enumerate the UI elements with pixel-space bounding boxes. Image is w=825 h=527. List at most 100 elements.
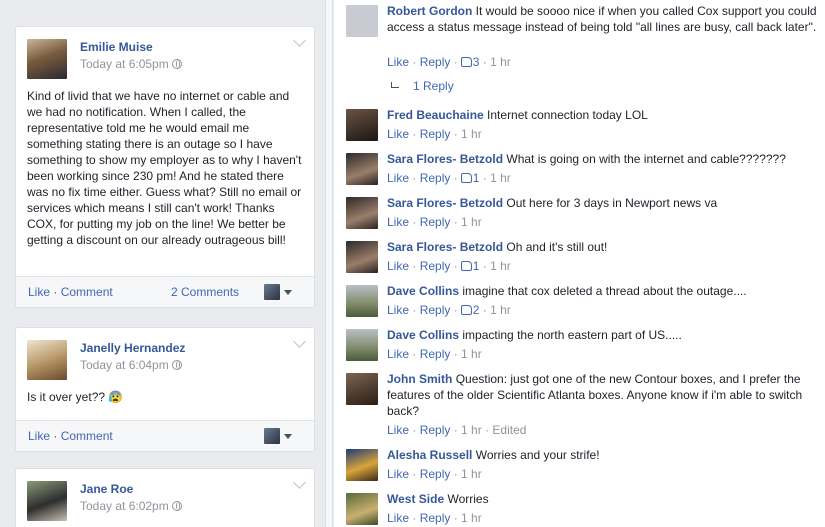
comment: Sara Flores- Betzold Oh and it's still o…	[346, 239, 816, 279]
comment-body: Internet connection today LOL	[487, 108, 648, 122]
commenter-name[interactable]: Fred Beauchaine	[387, 108, 484, 122]
column-divider	[325, 0, 333, 527]
commenter-name[interactable]: Alesha Russell	[387, 448, 472, 462]
chevron-down-icon[interactable]	[293, 34, 306, 47]
comment-text: Fred Beauchaine Internet connection toda…	[387, 107, 817, 123]
chevron-down-icon[interactable]	[293, 476, 306, 489]
avatar[interactable]	[346, 241, 378, 273]
caret-down-icon[interactable]	[284, 290, 292, 295]
post-author[interactable]: Janelly Hernandez	[80, 341, 185, 355]
post-time[interactable]: Today at 6:02pm	[80, 499, 182, 513]
post-time[interactable]: Today at 6:05pm	[80, 57, 182, 71]
comment-text: West Side Worries	[387, 491, 817, 507]
reply-link[interactable]: Reply	[420, 55, 451, 69]
reply-link[interactable]: Reply	[420, 259, 451, 273]
avatar[interactable]	[27, 340, 67, 380]
comment-time[interactable]: 1 hr	[490, 171, 511, 185]
like-count[interactable]: 3	[473, 55, 480, 69]
commenter-name[interactable]: Dave Collins	[387, 328, 459, 342]
commenter-name[interactable]: Sara Flores- Betzold	[387, 240, 503, 254]
reply-link[interactable]: Reply	[420, 303, 451, 317]
comment-time[interactable]: 1 hr	[461, 423, 482, 437]
like-link[interactable]: Like	[387, 347, 409, 361]
comment-time[interactable]: 1 hr	[461, 127, 482, 141]
comment-link[interactable]: Comment	[61, 429, 113, 443]
post-card: Janelly Hernandez Today at 6:04pm Is it …	[15, 327, 315, 452]
comment: Sara Flores- Betzold Out here for 3 days…	[346, 195, 816, 235]
comment-text: Sara Flores- Betzold Out here for 3 days…	[387, 195, 817, 211]
post-time[interactable]: Today at 6:04pm	[80, 358, 182, 372]
like-link[interactable]: Like	[387, 259, 409, 273]
post-time-text[interactable]: Today at 6:02pm	[80, 499, 169, 513]
like-link[interactable]: Like	[387, 303, 409, 317]
avatar[interactable]	[264, 284, 280, 300]
comment-body: imagine that cox deleted a thread about …	[462, 284, 747, 298]
commenter-name[interactable]: Dave Collins	[387, 284, 459, 298]
comment-time[interactable]: 1 hr	[490, 55, 511, 69]
like-count[interactable]: 1	[473, 171, 480, 185]
reply-link[interactable]: Reply	[420, 423, 451, 437]
reply-link[interactable]: Reply	[420, 347, 451, 361]
avatar[interactable]	[346, 449, 378, 481]
like-link[interactable]: Like	[28, 285, 50, 299]
reply-link[interactable]: Reply	[420, 467, 451, 481]
commenter-name[interactable]: Sara Flores- Betzold	[387, 196, 503, 210]
like-link[interactable]: Like	[387, 55, 409, 69]
post-footer: Like · Comment 2 Comments	[16, 276, 314, 307]
view-replies[interactable]: 1 Reply	[391, 79, 454, 93]
avatar[interactable]	[346, 329, 378, 361]
comment-time[interactable]: 1 hr	[461, 467, 482, 481]
comment-meta: Like · Reply · 1 hr	[387, 347, 482, 361]
post-body: Kind of livid that we have no internet o…	[27, 89, 302, 247]
reply-link[interactable]: Reply	[420, 215, 451, 229]
comment: West Side Worries Like · Reply · 1 hr	[346, 491, 816, 527]
caret-down-icon[interactable]	[284, 434, 292, 439]
chevron-down-icon[interactable]	[293, 335, 306, 348]
reply-link[interactable]: Reply	[420, 127, 451, 141]
like-count[interactable]: 1	[473, 259, 480, 273]
comment-time[interactable]: 1 hr	[490, 259, 511, 273]
replies-label[interactable]: 1 Reply	[413, 79, 454, 93]
comment-time[interactable]: 1 hr	[490, 303, 511, 317]
like-link[interactable]: Like	[387, 171, 409, 185]
separator: ·	[50, 429, 61, 443]
like-link[interactable]: Like	[387, 127, 409, 141]
avatar[interactable]	[346, 493, 378, 525]
post-author[interactable]: Emilie Muise	[80, 40, 153, 54]
comment-text: Sara Flores- Betzold Oh and it's still o…	[387, 239, 817, 255]
avatar[interactable]	[346, 197, 378, 229]
like-link[interactable]: Like	[387, 467, 409, 481]
avatar[interactable]	[264, 428, 280, 444]
like-link[interactable]: Like	[28, 429, 50, 443]
reply-link[interactable]: Reply	[420, 511, 451, 525]
avatar[interactable]	[346, 5, 378, 37]
comment-link[interactable]: Comment	[61, 285, 113, 299]
like-link[interactable]: Like	[387, 215, 409, 229]
avatar[interactable]	[27, 481, 67, 521]
commenter-name[interactable]: John Smith	[387, 372, 452, 386]
commenter-name[interactable]: Sara Flores- Betzold	[387, 152, 503, 166]
commenter-name[interactable]: Robert Gordon	[387, 4, 472, 18]
avatar[interactable]	[346, 109, 378, 141]
edited-label[interactable]: Edited	[492, 423, 526, 437]
like-link[interactable]: Like	[387, 511, 409, 525]
commenter-name[interactable]: West Side	[387, 492, 444, 506]
comment: Dave Collins imagine that cox deleted a …	[346, 283, 816, 323]
avatar[interactable]	[346, 285, 378, 317]
post-author[interactable]: Jane Roe	[80, 482, 133, 496]
post-time-text[interactable]: Today at 6:05pm	[80, 57, 169, 71]
like-count[interactable]: 2	[473, 303, 480, 317]
avatar[interactable]	[346, 373, 378, 405]
comments-count-link[interactable]: 2 Comments	[171, 285, 239, 299]
comment-time[interactable]: 1 hr	[461, 511, 482, 525]
avatar[interactable]	[27, 39, 67, 79]
comment-time[interactable]: 1 hr	[461, 215, 482, 229]
comment-body: Oh and it's still out!	[506, 240, 608, 254]
comment-body: Worries	[447, 492, 489, 506]
post-header: Emilie Muise Today at 6:05pm	[16, 27, 314, 87]
avatar[interactable]	[346, 153, 378, 185]
like-link[interactable]: Like	[387, 423, 409, 437]
reply-link[interactable]: Reply	[420, 171, 451, 185]
comment-time[interactable]: 1 hr	[461, 347, 482, 361]
post-time-text[interactable]: Today at 6:04pm	[80, 358, 169, 372]
